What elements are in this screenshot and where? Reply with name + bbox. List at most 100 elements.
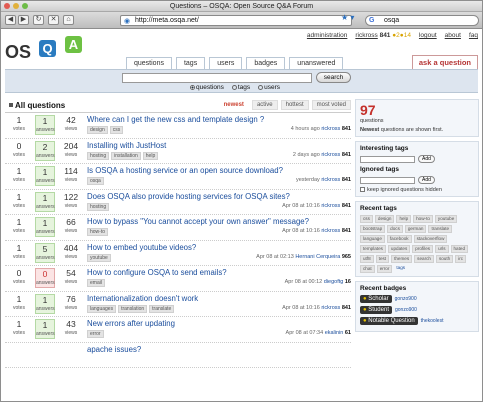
add-ignored-tag-button[interactable]: Add [418, 176, 435, 184]
forward-button[interactable]: ▶ [18, 15, 29, 25]
recent-tag[interactable]: search [414, 255, 434, 263]
question-title-link[interactable]: How to embed youtube videos? [87, 243, 196, 252]
radio-questions[interactable]: questions [190, 84, 224, 91]
sort-most-voted[interactable]: most voted [311, 100, 351, 110]
recent-tag[interactable]: south [435, 255, 454, 263]
question-author-link[interactable]: rickross [321, 305, 340, 311]
question-author-link[interactable]: rickross [321, 152, 340, 158]
tab-questions[interactable]: questions [126, 57, 172, 69]
recent-tag[interactable]: test [375, 255, 390, 263]
question-tag[interactable]: help [142, 151, 159, 160]
badge-label[interactable]: ● Student [360, 306, 392, 314]
radio-users[interactable]: users [258, 84, 280, 91]
question-title-link[interactable]: How to bypass "You cannot accept your ow… [87, 217, 309, 226]
recent-tag[interactable]: german [404, 225, 427, 233]
question-title-link[interactable]: New errors after updating [87, 319, 175, 328]
logout-link[interactable]: logout [419, 32, 437, 39]
badge-label[interactable]: ● Notable Question [360, 317, 418, 325]
ask-question-button[interactable]: ask a question [411, 55, 478, 69]
all-tags-link[interactable]: tags [394, 265, 407, 273]
recent-tag[interactable]: themes [391, 255, 413, 263]
tab-unanswered[interactable]: unanswered [289, 57, 344, 69]
question-title-link[interactable]: Does OSQA also provide hosting services … [87, 192, 290, 201]
radio-tags[interactable]: tags [231, 84, 250, 91]
question-tag[interactable]: installation [111, 151, 141, 160]
recent-tag[interactable]: profiles [412, 245, 434, 253]
badge-user-link[interactable]: gonzo900 [395, 307, 417, 313]
recent-tag[interactable]: irc [455, 255, 467, 263]
sort-active[interactable]: active [251, 100, 278, 110]
question-tag[interactable]: how-to [87, 228, 109, 236]
hide-ignored-checkbox[interactable]: keep ignored questions hidden [360, 187, 474, 193]
back-button[interactable]: ◀ [5, 15, 16, 25]
question-author-link[interactable]: rickross [321, 177, 340, 183]
question-tag[interactable]: email [87, 279, 105, 287]
question-tag[interactable]: hosting [87, 151, 110, 160]
question-author-link[interactable]: Hernani Cerqueira [295, 254, 340, 260]
tab-users[interactable]: users [209, 57, 243, 69]
tab-tags[interactable]: tags [175, 57, 206, 69]
rss-icon[interactable]: ★ ▾ [341, 13, 354, 22]
question-title-link[interactable]: Is OSQA a hosting service or an open sou… [87, 166, 283, 175]
sort-newest[interactable]: newest [218, 100, 249, 110]
question-tag[interactable]: osqa [87, 177, 104, 185]
question-tag[interactable]: error [87, 330, 104, 338]
osqa-logo[interactable]: OS Q A [5, 34, 85, 68]
question-title-link[interactable]: Installing with JustHost [87, 141, 166, 150]
recent-tag[interactable]: youtube [434, 215, 458, 223]
interesting-tag-input[interactable] [360, 155, 415, 163]
recent-tag[interactable]: how-to [413, 215, 433, 223]
home-button[interactable]: ⌂ [63, 15, 74, 25]
question-tag[interactable]: youtube [87, 253, 111, 262]
recent-tag[interactable]: templates [360, 245, 386, 253]
recent-tag[interactable]: hated [450, 245, 468, 253]
browser-search-field[interactable]: G osqa [365, 15, 479, 26]
recent-tag[interactable]: docs [387, 225, 403, 233]
search-button[interactable]: search [316, 72, 351, 83]
question-tag[interactable]: hosting [87, 202, 110, 211]
recent-tag[interactable]: translate [428, 225, 453, 233]
recent-tag[interactable]: urls [435, 245, 449, 253]
address-bar[interactable]: ◉ http://meta.osqa.net/ [120, 15, 352, 26]
badge-user-link[interactable]: thekoolest [421, 318, 444, 324]
recent-tag[interactable]: css [360, 215, 373, 223]
question-author-link[interactable]: ekalinin [325, 330, 344, 336]
question-title-link[interactable]: apache issues? [87, 345, 141, 354]
question-title-link[interactable]: Internationalization doesn't work [87, 294, 198, 303]
badge-label[interactable]: ● Scholar [360, 295, 392, 303]
question-tag[interactable]: languages [87, 304, 117, 313]
recent-tag[interactable]: design [374, 215, 395, 223]
recent-tag[interactable]: language [360, 235, 385, 243]
question-tag[interactable]: translate [149, 304, 175, 313]
about-link[interactable]: about [445, 32, 461, 39]
question-author-link[interactable]: rickross [321, 126, 340, 132]
faq-link[interactable]: faq [469, 32, 478, 39]
admin-link[interactable]: administration [307, 32, 347, 39]
stop-button[interactable]: ✕ [48, 15, 59, 25]
recent-tag[interactable]: updates [387, 245, 411, 253]
search-input[interactable] [122, 73, 312, 83]
question-title-link[interactable]: Where can I get the new css and template… [87, 115, 264, 124]
add-interesting-tag-button[interactable]: Add [418, 155, 435, 163]
recent-tag[interactable]: facebook [386, 235, 412, 243]
question-author-link[interactable]: rickross [321, 203, 340, 209]
recent-tag[interactable]: help [396, 215, 412, 223]
sort-hottest[interactable]: hottest [280, 100, 309, 110]
recent-tag[interactable]: utf8 [360, 255, 374, 263]
question-tag[interactable]: css [109, 126, 124, 134]
recent-tag[interactable]: bootstrap [360, 225, 386, 233]
recent-tag[interactable]: chat [360, 265, 375, 273]
tab-badges[interactable]: badges [246, 57, 286, 69]
question-title-link[interactable]: How to configure OSQA to send emails? [87, 268, 227, 277]
username-link[interactable]: rickross [355, 32, 377, 39]
reload-button[interactable]: ↻ [33, 15, 44, 25]
recent-tag[interactable]: error [376, 265, 393, 273]
recent-tag[interactable]: stackoverflow [413, 235, 448, 243]
question-tag[interactable]: design [87, 126, 108, 134]
ignored-tag-input[interactable] [360, 176, 415, 184]
logo-os-text: OS [5, 42, 32, 62]
badge-user-link[interactable]: gonzo900 [395, 296, 417, 302]
question-tag[interactable]: translation [118, 304, 148, 313]
question-author-link[interactable]: diegoftg [324, 279, 344, 285]
question-author-link[interactable]: rickross [321, 228, 340, 234]
